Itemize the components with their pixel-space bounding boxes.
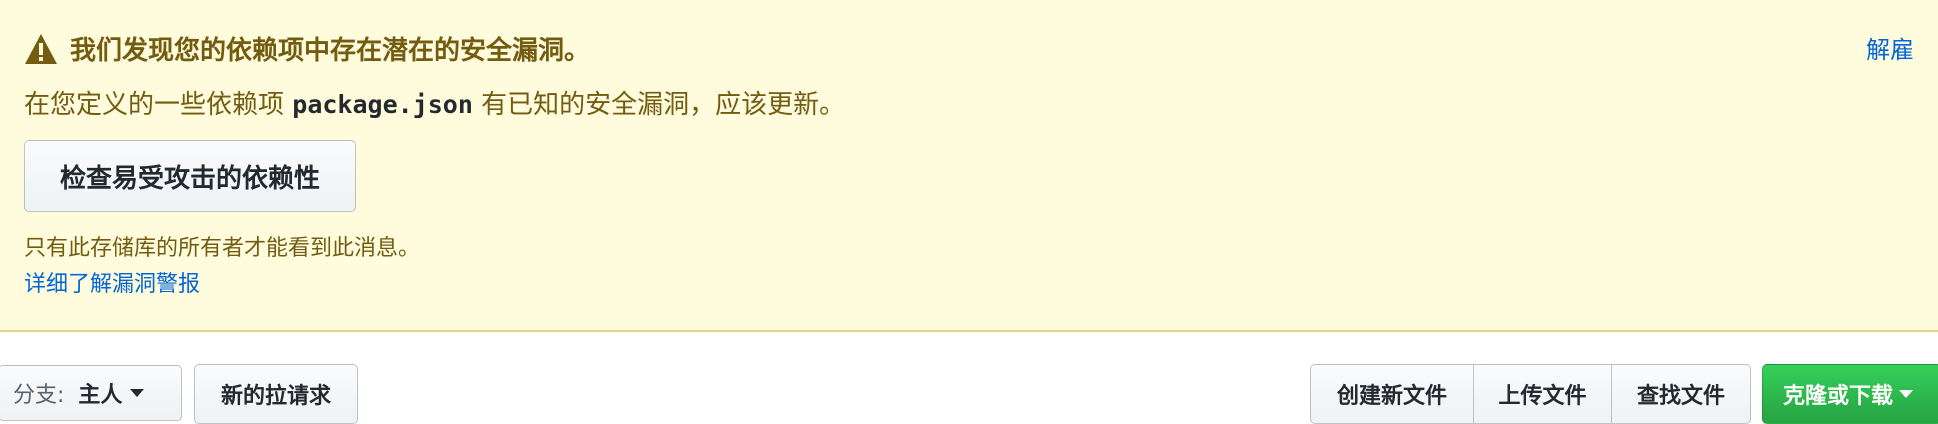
owner-visibility-note: 只有此存储库的所有者才能看到此消息。: [24, 236, 421, 261]
chevron-down-icon: [1899, 390, 1914, 398]
upload-files-button[interactable]: 上传文件: [1473, 364, 1612, 424]
branch-value: 主人: [78, 383, 123, 408]
package-json-code: package.json: [292, 90, 473, 119]
new-pull-request-button[interactable]: 新的拉请求: [194, 364, 358, 424]
chevron-down-icon: [130, 389, 145, 397]
learn-more-vulnerability-alerts-link[interactable]: 详细了解漏洞警报: [24, 266, 200, 298]
file-actions-group: 创建新文件 上传文件 查找文件: [1310, 364, 1751, 424]
create-new-file-button[interactable]: 创建新文件: [1310, 364, 1474, 424]
alert-desc-text-before: 在您定义的一些依赖项: [24, 90, 285, 120]
clone-label: 克隆或下载: [1783, 384, 1894, 409]
branch-label: 分支:: [13, 383, 65, 408]
alert-title-text: 我们发现您的依赖项中存在潜在的安全漏洞。: [70, 36, 591, 66]
alert-description: 在您定义的一些依赖项 package.json 有已知的安全漏洞，应该更新。: [24, 84, 845, 121]
find-file-button[interactable]: 查找文件: [1611, 364, 1751, 424]
alert-title: 我们发现您的依赖项中存在潜在的安全漏洞。: [24, 30, 590, 67]
alert-triangle-icon: [25, 33, 57, 64]
security-alert-banner: 我们发现您的依赖项中存在潜在的安全漏洞。 解雇 在您定义的一些依赖项 packa…: [0, 0, 1938, 332]
alert-desc-text-after: 有已知的安全漏洞，应该更新。: [481, 90, 846, 120]
clone-or-download-button[interactable]: 克隆或下载: [1762, 364, 1938, 424]
branch-select-button[interactable]: 分支: 主人: [0, 365, 182, 421]
dismiss-link[interactable]: 解雇: [1866, 30, 1914, 65]
review-vulnerable-dependencies-button[interactable]: 检查易受攻击的依赖性: [24, 140, 356, 212]
